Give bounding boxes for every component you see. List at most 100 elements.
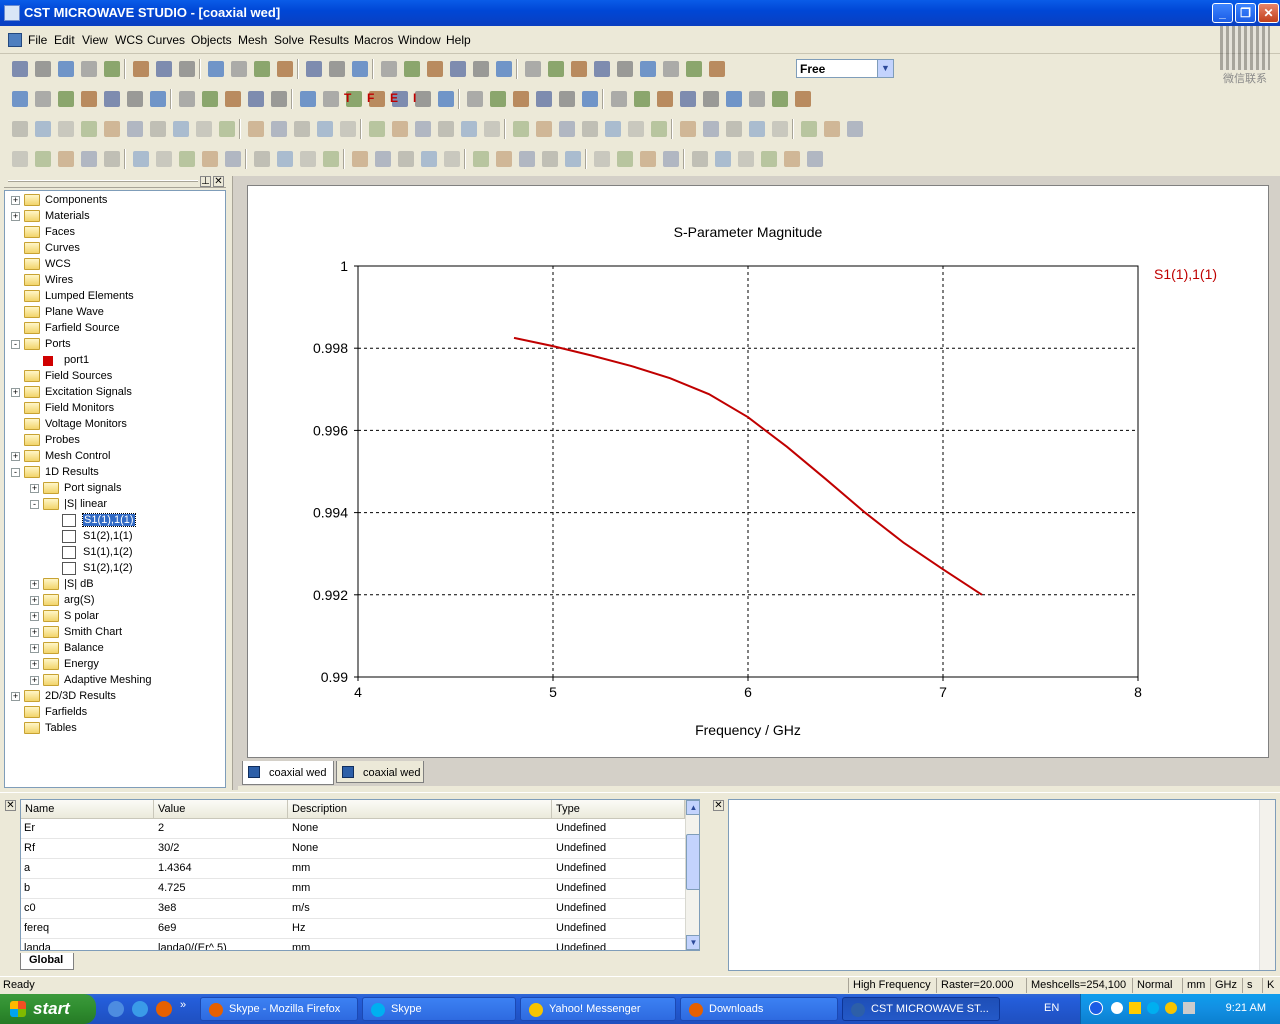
toolbar-tool-icon[interactable] [473, 151, 489, 167]
taskbar-button[interactable]: CST MICROWAVE ST... [842, 997, 1000, 1021]
toolbar-tool-icon[interactable] [749, 91, 765, 107]
tray-yahoo-icon[interactable] [1165, 1002, 1177, 1014]
solver-start-button[interactable]: E [390, 91, 398, 105]
expand-icon[interactable]: + [11, 212, 20, 221]
expand-icon[interactable]: + [30, 484, 39, 493]
toolbar-tool-icon[interactable] [196, 121, 212, 137]
toolbar-tool-icon[interactable] [582, 91, 598, 107]
toolbar-tool-icon[interactable] [329, 61, 345, 77]
toolbar-tool-icon[interactable] [427, 61, 443, 77]
column-header-description[interactable]: Description [288, 800, 552, 819]
toolbar-tool-icon[interactable] [444, 151, 460, 167]
parameter-row[interactable]: fereq 6e9 Hz Undefined [21, 919, 685, 939]
column-header-type[interactable]: Type [552, 800, 685, 819]
toolbar-tool-icon[interactable] [617, 61, 633, 77]
toolbar-tool-icon[interactable] [692, 151, 708, 167]
toolbar-tool-icon[interactable] [749, 121, 765, 137]
toolbar-tool-icon[interactable] [513, 121, 529, 137]
menu-objects[interactable]: Objects [191, 33, 232, 47]
mode-select[interactable]: Free ▼ [796, 59, 894, 78]
tray-skype-icon[interactable] [1147, 1002, 1159, 1014]
toolbar-tool-icon[interactable] [208, 61, 224, 77]
toolbar-tool-icon[interactable] [202, 91, 218, 107]
toolbar-tool-icon[interactable] [398, 151, 414, 167]
start-button[interactable]: start [0, 994, 96, 1024]
close-message-window-button[interactable]: ✕ [713, 800, 724, 811]
menu-wcs[interactable]: WCS [115, 33, 143, 47]
toolbar-tool-icon[interactable] [438, 91, 454, 107]
toolbar-tool-icon[interactable] [565, 151, 581, 167]
restore-button[interactable]: ❐ [1235, 3, 1256, 23]
toolbar-tool-icon[interactable] [58, 61, 74, 77]
menu-file[interactable]: File [28, 33, 47, 47]
toolbar-tool-icon[interactable] [847, 121, 863, 137]
parameter-scrollbar[interactable]: ▲ ▼ [685, 800, 699, 950]
tray-volume-icon[interactable] [1183, 1002, 1195, 1014]
parameter-row[interactable]: landa landa0/(Er^.5) mm Undefined [21, 939, 685, 950]
toolbar-tool-icon[interactable] [484, 121, 500, 137]
toolbar-tool-icon[interactable] [824, 121, 840, 137]
toolbar-tool-icon[interactable] [58, 121, 74, 137]
toolbar-tool-icon[interactable] [726, 91, 742, 107]
toolbar-tool-icon[interactable] [133, 61, 149, 77]
toolbar-tool-icon[interactable] [225, 151, 241, 167]
expand-icon[interactable]: + [30, 612, 39, 621]
close-button[interactable]: ✕ [1258, 3, 1279, 23]
solver-start-button[interactable]: T [344, 91, 351, 105]
toolbar-tool-icon[interactable] [254, 61, 270, 77]
app-icon[interactable] [4, 5, 20, 21]
toolbar-tool-icon[interactable] [392, 121, 408, 137]
toolbar-tool-icon[interactable] [35, 61, 51, 77]
menu-window[interactable]: Window [398, 33, 441, 47]
language-indicator[interactable]: EN [1044, 1002, 1059, 1014]
toolbar-tool-icon[interactable] [202, 151, 218, 167]
parameter-row[interactable]: Er 2 None Undefined [21, 819, 685, 839]
toolbar-tool-icon[interactable] [173, 121, 189, 137]
toolbar-tool-icon[interactable] [323, 91, 339, 107]
parameter-row[interactable]: b 4.725 mm Undefined [21, 879, 685, 899]
toolbar-tool-icon[interactable] [634, 91, 650, 107]
toolbar-tool-icon[interactable] [640, 151, 656, 167]
toolbar-tool-icon[interactable] [663, 151, 679, 167]
toolbar-tool-icon[interactable] [104, 91, 120, 107]
toolbar-tool-icon[interactable] [12, 121, 28, 137]
toolbar-tool-icon[interactable] [104, 121, 120, 137]
toolbar-tool-icon[interactable] [450, 61, 466, 77]
toolbar-tool-icon[interactable] [559, 91, 575, 107]
chart-area[interactable]: 4 5 6 7 8 0.99 0.992 0.994 0.996 0.998 1 S-Paramet… [247, 185, 1269, 758]
toolbar-tool-icon[interactable] [104, 61, 120, 77]
toolbar-tool-icon[interactable] [225, 91, 241, 107]
collapse-icon[interactable]: - [11, 468, 20, 477]
toolbar-tool-icon[interactable] [156, 61, 172, 77]
toolbar-tool-icon[interactable] [12, 91, 28, 107]
toolbar-tool-icon[interactable] [294, 121, 310, 137]
toolbar-tool-icon[interactable] [277, 151, 293, 167]
toolbar-tool-icon[interactable] [542, 151, 558, 167]
toolbar-tool-icon[interactable] [179, 151, 195, 167]
quicklaunch-chevron-icon[interactable]: » [180, 999, 186, 1011]
tab-global[interactable]: Global [20, 953, 74, 970]
toolbar-tool-icon[interactable] [81, 91, 97, 107]
toolbar-tool-icon[interactable] [352, 151, 368, 167]
menu-results[interactable]: Results [309, 33, 349, 47]
toolbar-tool-icon[interactable] [104, 151, 120, 167]
toolbar-tool-icon[interactable] [127, 91, 143, 107]
toolbar-tool-icon[interactable] [657, 91, 673, 107]
toolbar-tool-icon[interactable] [807, 151, 823, 167]
toolbar-tool-icon[interactable] [801, 121, 817, 137]
toolbar-tool-icon[interactable] [35, 91, 51, 107]
close-tree-button[interactable]: ✕ [213, 176, 224, 187]
menu-edit[interactable]: Edit [54, 33, 75, 47]
toolbar-tool-icon[interactable] [271, 91, 287, 107]
toolbar-tool-icon[interactable] [352, 61, 368, 77]
toolbar-tool-icon[interactable] [150, 91, 166, 107]
toolbar-tool-icon[interactable] [795, 91, 811, 107]
toolbar-tool-icon[interactable] [381, 61, 397, 77]
toolbar-tool-icon[interactable] [473, 61, 489, 77]
toolbar-tool-icon[interactable] [438, 121, 454, 137]
toolbar-tool-icon[interactable] [415, 121, 431, 137]
toolbar-tool-icon[interactable] [605, 121, 621, 137]
solver-start-button[interactable]: I [413, 91, 416, 105]
tab-coaxial-wed-schematic[interactable]: coaxial wed [336, 761, 424, 783]
toolbar-tool-icon[interactable] [680, 121, 696, 137]
